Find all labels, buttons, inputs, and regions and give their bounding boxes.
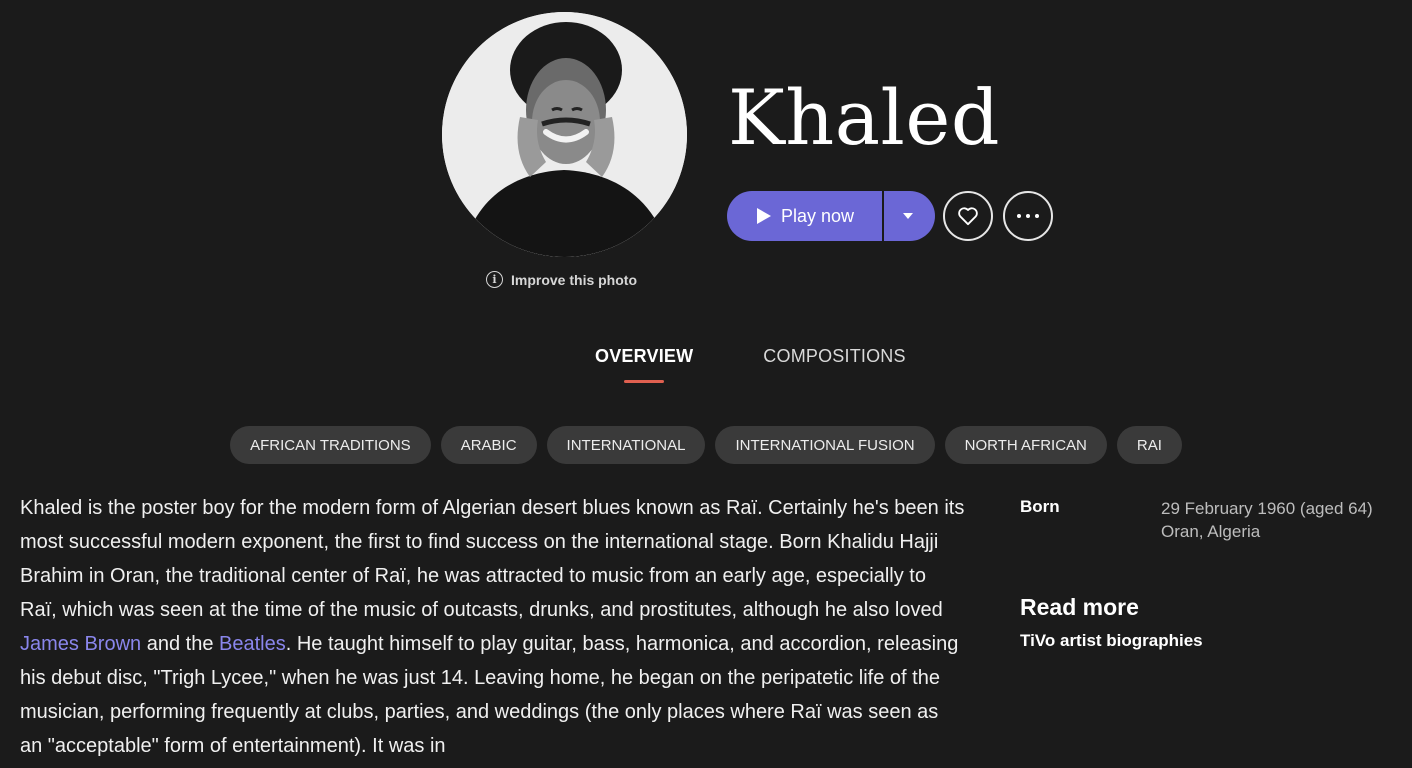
born-value: 29 February 1960 (aged 64) Oran, Algeria (1161, 497, 1373, 543)
caret-down-icon (902, 213, 913, 219)
james-brown-link[interactable]: James Brown (20, 633, 141, 655)
bio-text-part1: Khaled is the poster boy for the modern … (20, 497, 965, 621)
born-date: 29 February 1960 (aged 64) (1161, 499, 1373, 518)
favorite-button[interactable] (943, 191, 994, 241)
artist-portrait-image (442, 12, 687, 257)
read-more-heading: Read more (1020, 594, 1139, 620)
born-place: Oran, Algeria (1161, 522, 1261, 541)
artist-actions: Play now (727, 191, 1054, 241)
genre-chip-arabic[interactable]: ARABIC (440, 426, 537, 464)
play-now-label: Play now (781, 205, 855, 226)
tab-compositions[interactable]: COMPOSITIONS (763, 346, 905, 367)
heart-icon (958, 207, 978, 226)
info-icon: i (486, 271, 503, 288)
artist-photo (442, 12, 687, 257)
artist-tabs: OVERVIEW COMPOSITIONS (595, 346, 906, 367)
artist-biography: Khaled is the poster boy for the modern … (20, 491, 965, 763)
born-label: Born (1020, 497, 1060, 516)
artist-page: i Improve this photo Khaled Play now OVE… (0, 0, 1412, 768)
play-now-button[interactable]: Play now (727, 191, 883, 241)
bio-text-part2: and the (141, 633, 219, 655)
more-options-button[interactable] (1003, 191, 1054, 241)
genre-chip-rai[interactable]: RAI (1116, 426, 1182, 464)
genre-chip-international[interactable]: INTERNATIONAL (546, 426, 706, 464)
improve-photo-label: Improve this photo (511, 271, 637, 288)
tivo-biographies-link[interactable]: TiVo artist biographies (1020, 631, 1203, 651)
play-options-dropdown-button[interactable] (884, 191, 936, 241)
beatles-link[interactable]: Beatles (219, 633, 286, 655)
play-icon (757, 208, 771, 224)
genre-chip-north-african[interactable]: NORTH AFRICAN (944, 426, 1107, 464)
improve-photo-link[interactable]: i Improve this photo (486, 271, 637, 288)
artist-name: Khaled (728, 73, 1000, 162)
genre-chip-african-traditions[interactable]: AFRICAN TRADITIONS (230, 426, 431, 464)
more-dots-icon (1017, 214, 1040, 218)
tab-overview[interactable]: OVERVIEW (595, 346, 693, 367)
genre-chip-international-fusion[interactable]: INTERNATIONAL FUSION (715, 426, 935, 464)
genre-chips: AFRICAN TRADITIONS ARABIC INTERNATIONAL … (0, 426, 1412, 464)
